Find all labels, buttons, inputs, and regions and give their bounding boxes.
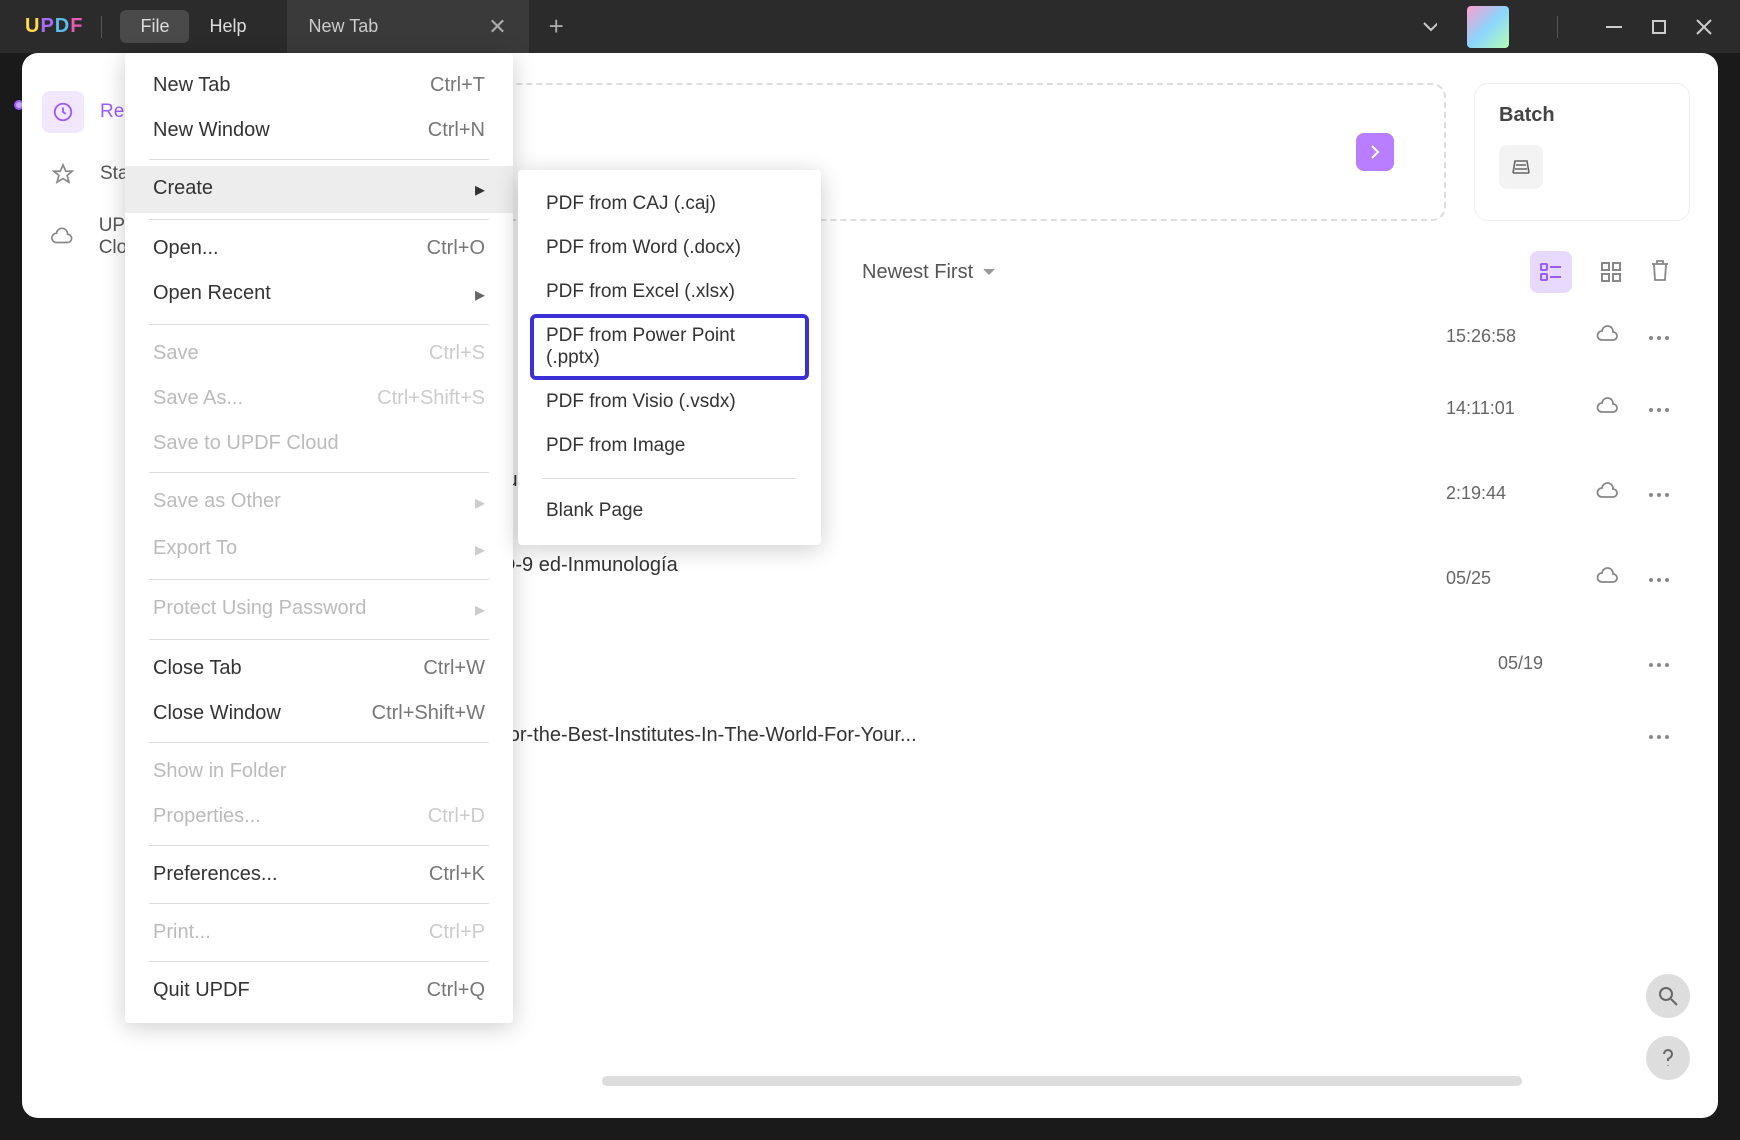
file-menu-item: Save As...Ctrl+Shift+S bbox=[125, 376, 513, 421]
scroll-indicator bbox=[592, 1076, 1428, 1086]
question-icon bbox=[1662, 1049, 1674, 1067]
file-dropdown-menu: New TabCtrl+TNew WindowCtrl+N Create▸ Open… bbox=[125, 53, 513, 1023]
create-menu-item[interactable]: Blank Page bbox=[518, 489, 821, 533]
file-menu-item: Save to UPDF Cloud bbox=[125, 421, 513, 466]
file-menu-item: Protect Using Password▸ bbox=[125, 586, 513, 633]
clock-icon bbox=[52, 101, 74, 123]
search-fab[interactable] bbox=[1646, 974, 1690, 1018]
cloud-icon[interactable] bbox=[1596, 567, 1618, 590]
cloud-icon bbox=[51, 226, 73, 248]
dropdown-icon bbox=[983, 268, 995, 276]
more-icon[interactable] bbox=[1648, 570, 1670, 588]
add-tab-button[interactable]: + bbox=[549, 11, 564, 42]
create-menu-item[interactable]: PDF from Word (.docx) bbox=[518, 226, 821, 270]
scroll-thumb[interactable] bbox=[602, 1076, 1522, 1086]
file-time: 05/19 bbox=[1498, 653, 1648, 674]
batch-icon bbox=[1499, 145, 1543, 189]
divider bbox=[1557, 16, 1558, 38]
list-icon bbox=[1540, 263, 1562, 281]
file-time: 15:26:58 bbox=[1446, 326, 1596, 347]
file-menu-item[interactable]: Close TabCtrl+W bbox=[125, 646, 513, 691]
file-time: 14:11:01 bbox=[1446, 398, 1596, 419]
maximize-icon[interactable] bbox=[1652, 20, 1666, 34]
close-window-icon[interactable] bbox=[1696, 19, 1712, 35]
star-icon bbox=[52, 163, 74, 185]
file-menu-item[interactable]: Close WindowCtrl+Shift+W bbox=[125, 691, 513, 736]
file-menu-item[interactable]: Preferences...Ctrl+K bbox=[125, 852, 513, 897]
batch-label: Batch bbox=[1499, 104, 1665, 127]
close-tab-icon[interactable]: ✕ bbox=[488, 14, 506, 40]
cloud-icon[interactable] bbox=[1596, 482, 1618, 505]
create-menu-item[interactable]: PDF from Excel (.xlsx) bbox=[518, 270, 821, 314]
file-menu-item: SaveCtrl+S bbox=[125, 331, 513, 376]
more-icon[interactable] bbox=[1648, 400, 1670, 418]
app-logo: UPDF bbox=[25, 15, 83, 38]
grid-view-button[interactable] bbox=[1590, 251, 1632, 293]
batch-card[interactable]: Batch bbox=[1474, 83, 1690, 221]
file-time: 05/25 bbox=[1446, 568, 1596, 589]
help-menu-button[interactable]: Help bbox=[189, 10, 266, 43]
tab-title: New Tab bbox=[309, 16, 379, 37]
window-controls bbox=[1423, 6, 1740, 48]
create-menu-item[interactable]: PDF from Power Point (.pptx) bbox=[530, 314, 809, 380]
more-icon[interactable] bbox=[1648, 655, 1670, 673]
file-name: F form bbox=[382, 639, 1498, 662]
avatar[interactable] bbox=[1467, 6, 1509, 48]
file-menu-item[interactable]: Open Recent▸ bbox=[125, 271, 513, 318]
search-icon bbox=[1658, 986, 1678, 1006]
list-view-button[interactable] bbox=[1530, 251, 1572, 293]
file-menu-item: Properties...Ctrl+D bbox=[125, 794, 513, 839]
more-icon[interactable] bbox=[1648, 727, 1670, 745]
create-menu-item[interactable]: PDF from Image bbox=[518, 424, 821, 468]
file-menu-item: Save as Other▸ bbox=[125, 479, 513, 526]
file-name: d-and-Apply-For-the-Best-Institutes-In-T… bbox=[382, 724, 1498, 747]
chevron-right-icon bbox=[1370, 145, 1380, 159]
trash-icon bbox=[1650, 259, 1670, 281]
cloud-icon[interactable] bbox=[1596, 397, 1618, 420]
file-menu-item: Show in Folder bbox=[125, 749, 513, 794]
titlebar: UPDF File Help New Tab ✕ + bbox=[0, 0, 1740, 53]
file-menu-item: Export To▸ bbox=[125, 526, 513, 573]
more-icon[interactable] bbox=[1648, 328, 1670, 346]
file-menu-item[interactable]: Open...Ctrl+O bbox=[125, 226, 513, 271]
file-menu-item[interactable]: New WindowCtrl+N bbox=[125, 108, 513, 153]
create-menu-item[interactable]: PDF from Visio (.vsdx) bbox=[518, 380, 821, 424]
file-meta: /681 | 29.35MB bbox=[382, 583, 1446, 603]
minimize-icon[interactable] bbox=[1606, 19, 1622, 35]
trash-button[interactable] bbox=[1650, 259, 1670, 286]
file-menu-item[interactable]: Create▸ bbox=[125, 166, 513, 213]
file-time: 2:19:44 bbox=[1446, 483, 1596, 504]
divider bbox=[101, 16, 102, 38]
tab-new[interactable]: New Tab ✕ bbox=[287, 0, 529, 53]
file-menu-item: Print...Ctrl+P bbox=[125, 910, 513, 955]
create-menu-item[interactable]: PDF from CAJ (.caj) bbox=[518, 182, 821, 226]
file-menu-item[interactable]: New TabCtrl+T bbox=[125, 63, 513, 108]
file-meta: /2 | 152.39KB bbox=[382, 668, 1498, 688]
grid-icon bbox=[1601, 262, 1621, 282]
sort-select[interactable]: Newest First bbox=[862, 261, 995, 284]
file-menu-item[interactable]: Quit UPDFCtrl+Q bbox=[125, 968, 513, 1013]
more-icon[interactable] bbox=[1648, 485, 1670, 503]
help-fab[interactable] bbox=[1646, 1036, 1690, 1080]
file-name: le-2021-LIBRO-9 ed-Inmunología bbox=[382, 554, 1446, 577]
cloud-icon[interactable] bbox=[1596, 325, 1618, 348]
open-file-button[interactable] bbox=[1356, 133, 1394, 171]
file-menu-button[interactable]: File bbox=[120, 10, 189, 43]
chevron-down-icon[interactable] bbox=[1423, 22, 1437, 32]
create-submenu: PDF from CAJ (.caj)PDF from Word (.docx)… bbox=[518, 170, 821, 545]
